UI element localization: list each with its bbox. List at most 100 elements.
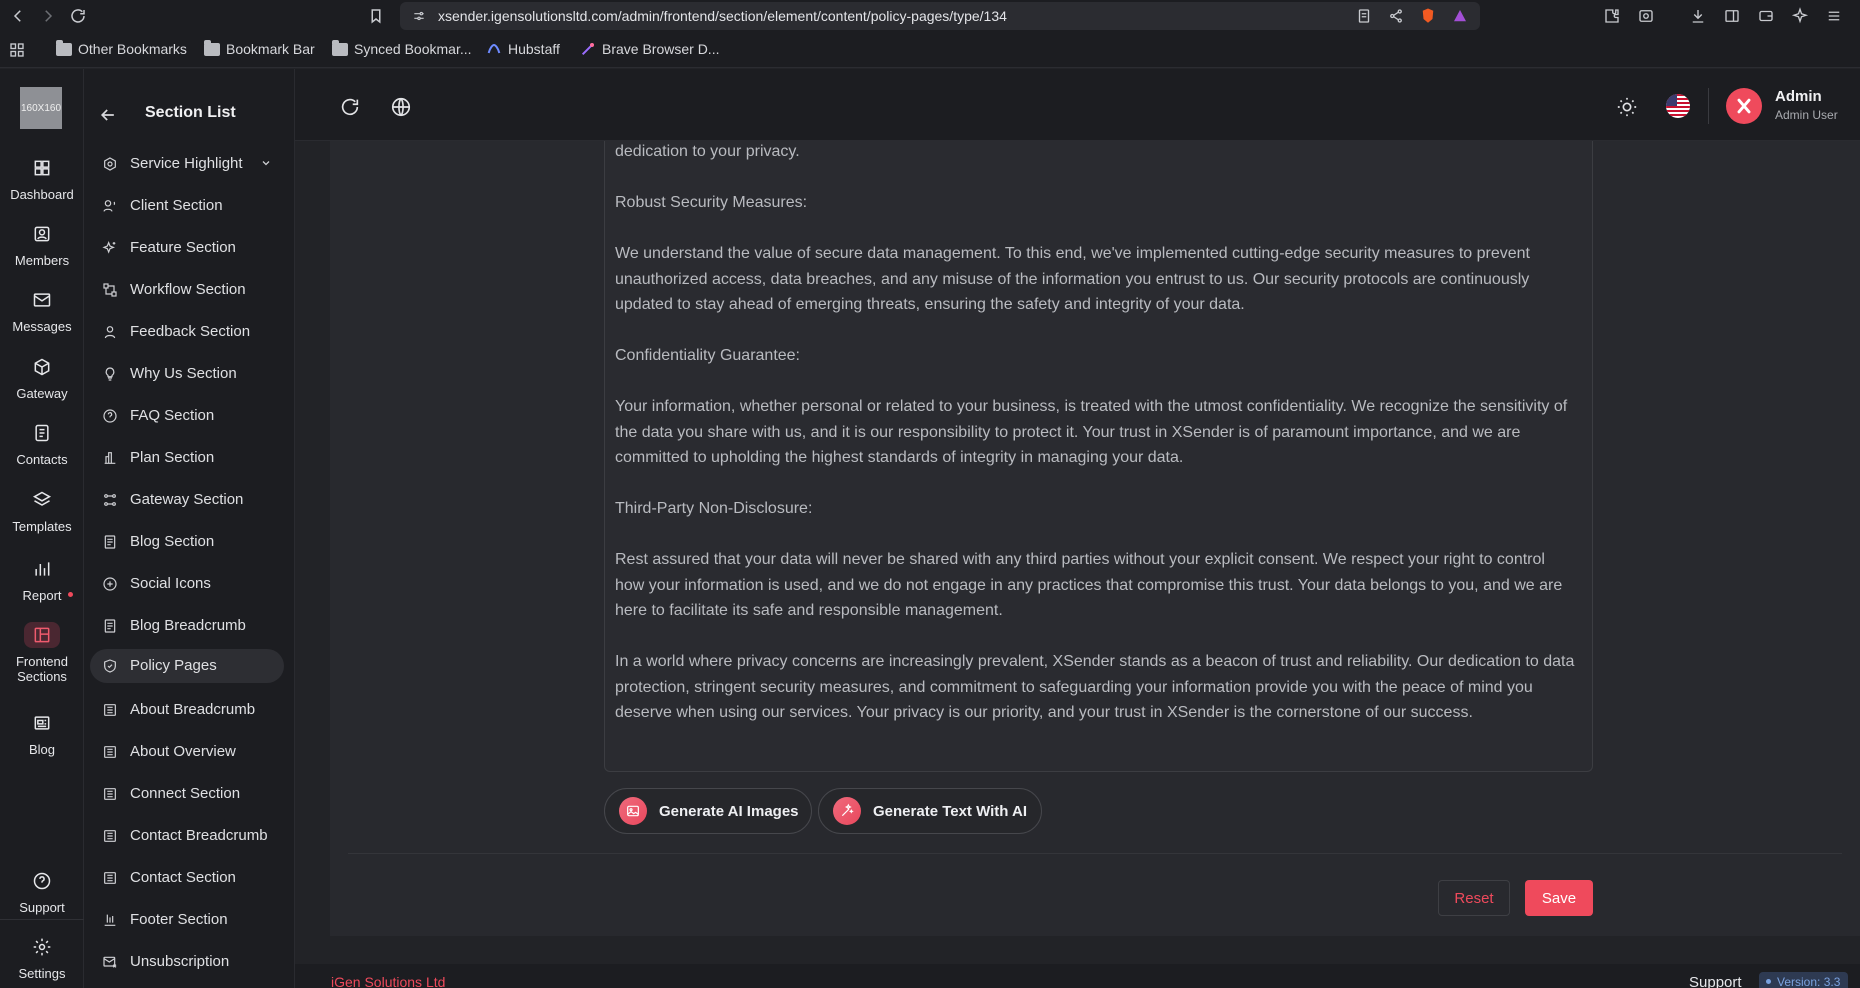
brave-shield-icon[interactable] [1418, 6, 1438, 26]
rail-divider [0, 919, 84, 920]
rail-item-gateway[interactable]: Gateway [0, 354, 84, 401]
brave-rewards-icon[interactable] [1450, 6, 1470, 26]
section-item-label: Policy Pages [130, 657, 217, 674]
section-item-contact-breadcrumb[interactable]: Contact Breadcrumb [90, 819, 284, 853]
section-item-policy-pages[interactable]: Policy Pages [90, 649, 284, 683]
user-name[interactable]: Admin [1775, 88, 1822, 105]
user-feedback-icon [104, 326, 116, 339]
reset-button[interactable]: Reset [1438, 880, 1510, 916]
rail-item-contacts[interactable]: Contacts [0, 420, 84, 467]
rail-item-members[interactable]: Members [0, 221, 84, 268]
section-item-workflow[interactable]: Workflow Section [90, 273, 284, 307]
footer: iGen Solutions Ltd Support Version: 3.3 [295, 964, 1860, 988]
bar-chart-icon [35, 562, 50, 576]
section-item-connect[interactable]: Connect Section [90, 777, 284, 811]
extensions-icon[interactable] [1600, 4, 1624, 28]
sun-icon[interactable] [1616, 96, 1640, 120]
section-item-service-highlight[interactable]: Service Highlight [90, 147, 284, 181]
rail-item-templates[interactable]: Templates [0, 487, 84, 534]
bookmark-other[interactable]: Other Bookmarks [56, 39, 187, 57]
policy-content-editor[interactable]: dedication to your privacy. Robust Secur… [604, 141, 1593, 772]
brave-bookmark-icon [581, 42, 595, 56]
wallet-icon[interactable] [1754, 4, 1778, 28]
footer-brand-link[interactable]: iGen Solutions Ltd [331, 974, 445, 988]
reader-icon[interactable] [1354, 6, 1374, 26]
leo-ai-icon[interactable] [1788, 4, 1812, 28]
contacts-icon [35, 424, 49, 442]
us-flag-icon[interactable] [1666, 94, 1690, 118]
rail-label: Templates [12, 519, 72, 534]
download-icon[interactable] [1686, 4, 1710, 28]
layout-icon [34, 627, 50, 643]
section-item-footer[interactable]: Footer Section [90, 903, 284, 937]
grid-icon [34, 160, 50, 176]
bookmark-synced[interactable]: Synced Bookmar... [332, 39, 472, 57]
refresh-icon[interactable] [339, 96, 363, 120]
bookmark-icon[interactable] [364, 4, 388, 28]
rail-item-report[interactable]: Report [0, 556, 84, 603]
section-item-label: Feature Section [130, 239, 236, 256]
hubstaff-icon [487, 43, 501, 54]
section-item-label: Plan Section [130, 449, 215, 466]
shield-check-icon [104, 659, 116, 673]
section-item-label: Footer Section [130, 911, 228, 928]
editor-paragraph: We understand the value of secure data m… [615, 245, 1530, 313]
rail-item-messages[interactable]: Messages [0, 287, 84, 334]
section-item-client[interactable]: Client Section [90, 189, 284, 223]
bookmark-hubstaff[interactable]: Hubstaff [486, 41, 560, 57]
back-icon[interactable] [6, 4, 30, 28]
section-item-why-us[interactable]: Why Us Section [90, 357, 284, 391]
section-item-blog-breadcrumb[interactable]: Blog Breadcrumb [90, 609, 284, 643]
section-list-title: Section List [145, 104, 236, 121]
section-item-blog[interactable]: Blog Section [90, 525, 284, 559]
mail-icon [33, 293, 51, 307]
address-bar[interactable]: xsender.igensolutionsltd.com/admin/front… [400, 2, 1480, 30]
rail-label: Messages [12, 319, 72, 334]
chevron-down-icon[interactable] [260, 157, 272, 169]
menu-icon[interactable] [1822, 4, 1846, 28]
save-button[interactable]: Save [1525, 880, 1593, 916]
footer-support-link[interactable]: Support [1689, 974, 1742, 988]
section-item-unsubscription[interactable]: Unsubscription [90, 945, 284, 979]
reload-icon[interactable] [66, 4, 90, 28]
apps-icon[interactable] [8, 41, 26, 59]
section-item-label: Why Us Section [130, 365, 237, 382]
editor-heading: Third-Party Non-Disclosure: [615, 500, 813, 517]
globe-icon[interactable] [390, 96, 414, 120]
section-item-gateway[interactable]: Gateway Section [90, 483, 284, 517]
rail-item-frontend-sections[interactable]: Frontend Sections [0, 622, 84, 684]
rail-item-blog[interactable]: Blog [0, 710, 84, 757]
section-item-faq[interactable]: FAQ Section [90, 399, 284, 433]
section-item-label: Client Section [130, 197, 223, 214]
bookmark-label: Hubstaff [508, 41, 560, 57]
logo[interactable]: 160X160 [20, 87, 62, 129]
forward-icon[interactable] [36, 4, 60, 28]
rail-item-settings[interactable]: Settings [0, 934, 84, 981]
rail-item-support[interactable]: Support [0, 868, 84, 915]
section-item-social-icons[interactable]: Social Icons [90, 567, 284, 601]
rail-label: Report [22, 588, 62, 603]
header-divider [1708, 88, 1709, 124]
section-item-about-overview[interactable]: About Overview [90, 735, 284, 769]
screenshot-icon[interactable] [1634, 4, 1658, 28]
rail-label-line2: Sections [17, 669, 67, 684]
rail-item-dashboard[interactable]: Dashboard [0, 155, 84, 202]
section-item-plan[interactable]: Plan Section [90, 441, 284, 475]
sidebar-toggle-icon[interactable] [1720, 4, 1744, 28]
section-item-contact[interactable]: Contact Section [90, 861, 284, 895]
section-item-about-breadcrumb[interactable]: About Breadcrumb [90, 693, 284, 727]
site-settings-icon[interactable] [412, 9, 426, 23]
share-icon[interactable] [1386, 6, 1406, 26]
list-doc-icon [104, 746, 116, 758]
avatar[interactable] [1726, 88, 1762, 124]
generate-ai-images-button[interactable]: Generate AI Images [604, 788, 812, 834]
url-text[interactable]: xsender.igensolutionsltd.com/admin/front… [438, 8, 1007, 24]
bookmark-bar-folder[interactable]: Bookmark Bar [204, 39, 315, 57]
back-arrow-icon[interactable] [98, 105, 118, 125]
generate-text-with-ai-button[interactable]: Generate Text With AI [818, 788, 1042, 834]
section-item-label: Gateway Section [130, 491, 244, 508]
section-item-feedback[interactable]: Feedback Section [90, 315, 284, 349]
bookmark-brave[interactable]: Brave Browser D... [580, 41, 719, 57]
section-item-label: FAQ Section [130, 407, 215, 424]
section-item-feature[interactable]: Feature Section [90, 231, 284, 265]
